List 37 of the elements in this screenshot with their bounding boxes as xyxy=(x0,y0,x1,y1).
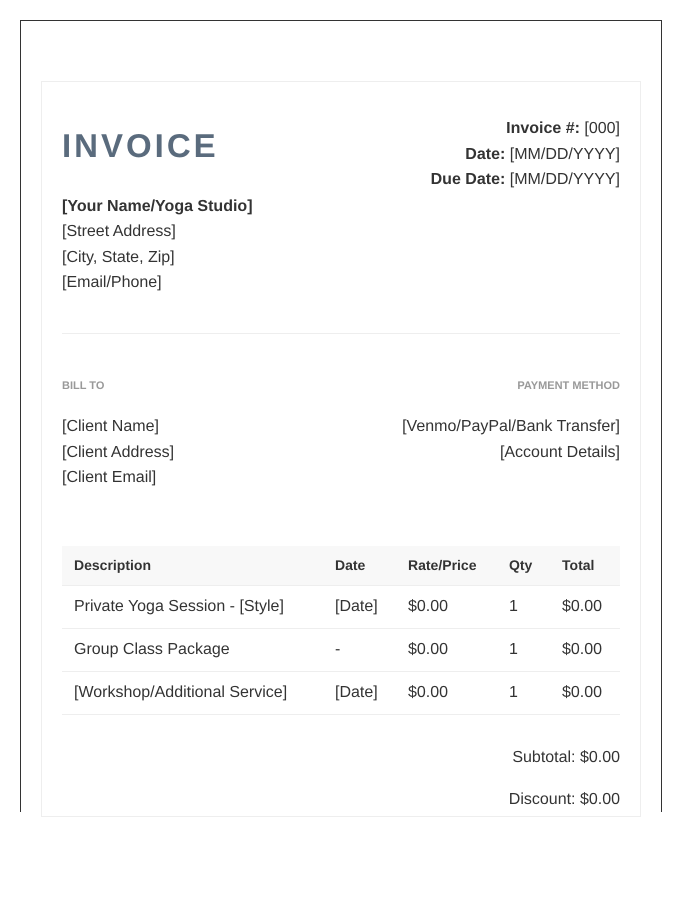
invoice-meta-line: Invoice #: [000] xyxy=(506,119,620,139)
table-cell: $0.00 xyxy=(550,672,620,714)
sender-address-line: [City, State, Zip] xyxy=(62,248,175,268)
client-line: [Client Name] xyxy=(62,417,159,437)
table-cell: 1 xyxy=(497,672,550,714)
bill-to-heading: BILL TO xyxy=(62,378,104,394)
table-cell: $0.00 xyxy=(396,672,497,714)
table-cell: $0.00 xyxy=(396,628,497,672)
invoice-meta-line: Date: [MM/DD/YYYY] xyxy=(465,144,620,164)
invoice-meta-line: Due Date: [MM/DD/YYYY] xyxy=(430,170,620,190)
payment-line: [Account Details] xyxy=(500,442,620,462)
column-header: Description xyxy=(62,546,323,586)
client-line: [Client Address] xyxy=(62,442,174,462)
total-line: Discount: $0.00 xyxy=(508,790,620,810)
sender-name: [Your Name/Yoga Studio] xyxy=(62,196,253,216)
table-cell: [Workshop/Additional Service] xyxy=(62,672,323,714)
column-header: Rate/Price xyxy=(396,546,497,586)
table-cell: 1 xyxy=(497,628,550,672)
table-cell: $0.00 xyxy=(550,628,620,672)
table-cell: Group Class Package xyxy=(62,628,323,672)
payment-line: [Venmo/PayPal/Bank Transfer] xyxy=(402,417,620,437)
client-line: [Client Email] xyxy=(62,468,156,488)
table-cell: - xyxy=(323,628,396,672)
sender-address-line: [Street Address] xyxy=(62,222,176,242)
invoice-title: INVOICE xyxy=(62,126,219,166)
table-cell: 1 xyxy=(497,586,550,628)
column-header: Qty xyxy=(497,546,550,586)
table-cell: $0.00 xyxy=(550,586,620,628)
column-header: Total xyxy=(550,546,620,586)
table-cell: [Date] xyxy=(323,672,396,714)
table-cell: $0.00 xyxy=(396,586,497,628)
sender-address-line: [Email/Phone] xyxy=(62,273,162,293)
total-line: Subtotal: $0.00 xyxy=(512,748,620,768)
payment-method-heading: PAYMENT METHOD xyxy=(517,378,620,394)
table-cell: Private Yoga Session - [Style] xyxy=(62,586,323,628)
column-header: Date xyxy=(323,546,396,586)
table-cell: [Date] xyxy=(323,586,396,628)
